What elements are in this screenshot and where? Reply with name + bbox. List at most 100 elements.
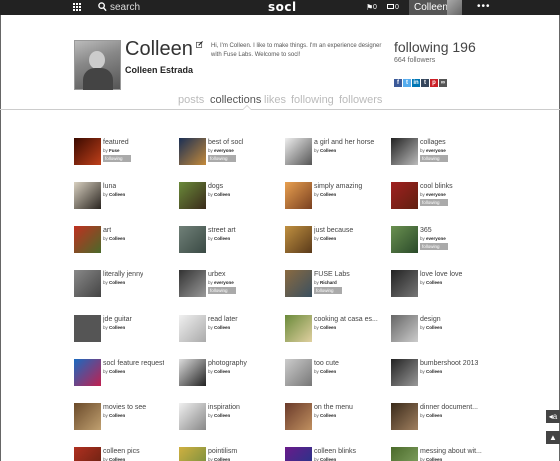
collection-card[interactable]: collages by everyone following [391, 138, 491, 168]
collection-thumbnail[interactable] [74, 315, 101, 342]
collection-thumbnail[interactable] [285, 359, 312, 386]
collection-card[interactable]: jde guitar by Colleen [74, 315, 174, 345]
owner-name[interactable]: Colleen [214, 369, 230, 374]
collection-title[interactable]: movies to see [103, 403, 146, 412]
collection-title[interactable]: collages [420, 138, 446, 147]
collection-thumbnail[interactable] [179, 359, 206, 386]
owner-name[interactable]: Colleen [109, 369, 125, 374]
collection-card[interactable]: street art by Colleen [179, 226, 279, 256]
collection-title[interactable]: colleen blinks [314, 447, 356, 456]
edit-icon[interactable] [196, 41, 203, 48]
collection-thumbnail[interactable] [74, 403, 101, 430]
collection-title[interactable]: 365 [420, 226, 432, 235]
collection-thumbnail[interactable] [179, 447, 206, 461]
collection-thumbnail[interactable] [285, 226, 312, 253]
collection-title[interactable]: on the menu [314, 403, 353, 412]
apps-grid-icon[interactable] [73, 3, 82, 12]
collection-card[interactable]: design by Colleen [391, 315, 491, 345]
collection-thumbnail[interactable] [285, 182, 312, 209]
search-input[interactable]: search [110, 1, 140, 14]
owner-name[interactable]: Colleen [214, 325, 230, 330]
collection-card[interactable]: inspiration by Colleen [179, 403, 279, 433]
collection-thumbnail[interactable] [391, 359, 418, 386]
collection-title[interactable]: jde guitar [103, 315, 132, 324]
collection-thumbnail[interactable] [391, 447, 418, 461]
collection-thumbnail[interactable] [285, 447, 312, 461]
collection-thumbnail[interactable] [285, 315, 312, 342]
collection-card[interactable]: too cute by Colleen [285, 359, 385, 389]
following-count[interactable]: following 196 [394, 38, 476, 56]
owner-name[interactable]: Colleen [426, 369, 442, 374]
collection-title[interactable]: FUSE Labs [314, 270, 350, 279]
collection-title[interactable]: street art [208, 226, 236, 235]
owner-name[interactable]: Colleen [109, 280, 125, 285]
collection-card[interactable]: messing about wit... by Colleen [391, 447, 491, 461]
collection-thumbnail[interactable] [74, 226, 101, 253]
scroll-top-button[interactable]: ▲ [546, 431, 560, 444]
collection-title[interactable]: love love love [420, 270, 462, 279]
link-icon[interactable]: ∞ [439, 79, 447, 87]
avatar[interactable] [447, 0, 462, 15]
linkedin-icon[interactable]: in [412, 79, 420, 87]
collection-card[interactable]: 365 by everyone following [391, 226, 491, 256]
collection-title[interactable]: art [103, 226, 111, 235]
owner-name[interactable]: Richard [320, 280, 337, 285]
collection-thumbnail[interactable] [74, 447, 101, 461]
owner-name[interactable]: Colleen [214, 457, 230, 461]
owner-name[interactable]: Colleen [320, 413, 336, 418]
collection-thumbnail[interactable] [391, 403, 418, 430]
collection-card[interactable]: dogs by Colleen [179, 182, 279, 212]
collection-title[interactable]: inspiration [208, 403, 240, 412]
mail-icon[interactable] [387, 4, 394, 9]
collection-thumbnail[interactable] [285, 270, 312, 297]
collection-thumbnail[interactable] [285, 403, 312, 430]
collection-card[interactable]: pointilism by Colleen [179, 447, 279, 461]
collection-card[interactable]: urbex by everyone following [179, 270, 279, 300]
owner-name[interactable]: Colleen [214, 236, 230, 241]
collection-title[interactable]: cool blinks [420, 182, 453, 191]
collection-card[interactable]: just because by Colleen [285, 226, 385, 256]
collection-card[interactable]: cooking at casa es... by Colleen [285, 315, 385, 345]
collection-title[interactable]: colleen pics [103, 447, 140, 456]
socl-logo[interactable]: socl [268, 0, 297, 15]
collection-thumbnail[interactable] [391, 138, 418, 165]
collection-card[interactable]: socl feature request by Colleen [74, 359, 174, 389]
tab-posts[interactable]: posts [178, 93, 204, 107]
owner-name[interactable]: Colleen [426, 413, 442, 418]
owner-name[interactable]: Colleen [320, 369, 336, 374]
collection-thumbnail[interactable] [179, 315, 206, 342]
tumblr-icon[interactable]: t [421, 79, 429, 87]
collection-card[interactable]: FUSE Labs by Richard following [285, 270, 385, 300]
owner-name[interactable]: Colleen [320, 236, 336, 241]
collection-title[interactable]: photography [208, 359, 247, 368]
collection-thumbnail[interactable] [391, 226, 418, 253]
owner-name[interactable]: Colleen [214, 192, 230, 197]
following-badge[interactable]: following [420, 155, 448, 162]
owner-name[interactable]: everyone [426, 236, 446, 241]
collection-thumbnail[interactable] [74, 138, 101, 165]
collection-card[interactable]: on the menu by Colleen [285, 403, 385, 433]
owner-name[interactable]: everyone [426, 148, 446, 153]
collection-card[interactable]: cool blinks by everyone following [391, 182, 491, 212]
collection-title[interactable]: urbex [208, 270, 226, 279]
collection-title[interactable]: too cute [314, 359, 339, 368]
tab-likes[interactable]: likes [264, 93, 286, 107]
following-badge[interactable]: following [103, 155, 131, 162]
owner-name[interactable]: Colleen [320, 148, 336, 153]
owner-name[interactable]: Colleen [426, 280, 442, 285]
collection-title[interactable]: literally jenny [103, 270, 143, 279]
search-icon[interactable] [98, 2, 107, 12]
collection-thumbnail[interactable] [179, 270, 206, 297]
collection-thumbnail[interactable] [391, 270, 418, 297]
collection-title[interactable]: just because [314, 226, 353, 235]
collection-card[interactable]: colleen blinks by Colleen [285, 447, 385, 461]
collection-title[interactable]: cooking at casa es... [314, 315, 378, 324]
following-badge[interactable]: following [208, 287, 236, 294]
following-badge[interactable]: following [208, 155, 236, 162]
pinterest-icon[interactable]: p [430, 79, 438, 87]
collection-thumbnail[interactable] [179, 403, 206, 430]
collection-thumbnail[interactable] [391, 315, 418, 342]
more-options-icon[interactable]: ••• [477, 2, 491, 12]
owner-name[interactable]: Colleen [109, 457, 125, 461]
collection-card[interactable]: luna by Colleen [74, 182, 174, 212]
